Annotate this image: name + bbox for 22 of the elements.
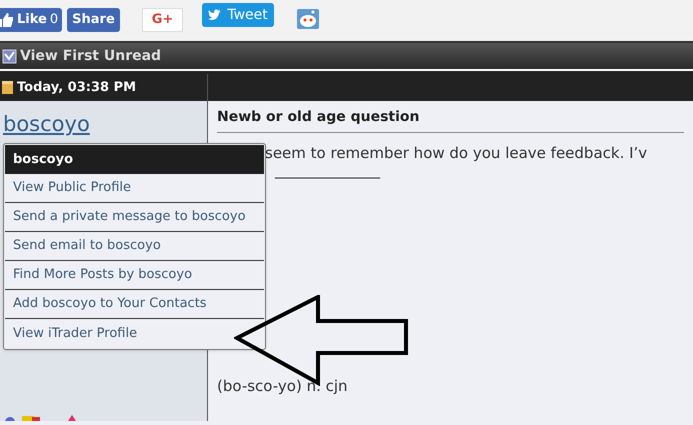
menu-item[interactable]: Send a private message to boscoyo [5,203,264,232]
tweet-button[interactable]: Tweet [202,3,274,27]
username-link[interactable]: boscoyo [3,109,90,140]
post-title: Newb or old age question [217,107,684,133]
user-menu-title: boscoyo [5,145,264,174]
menu-item[interactable]: View iTrader Profile [5,319,264,348]
post-date: Today, 03:38 PM [17,78,136,97]
menu-item[interactable]: Find More Posts by boscoyo [5,261,264,290]
google-plus-button[interactable]: G+ [142,8,184,32]
menu-item[interactable]: Send email to boscoyo [5,232,264,261]
menu-item[interactable]: Add boscoyo to Your Contacts [5,290,264,319]
view-first-unread-link[interactable]: View First Unread [20,46,162,66]
menu-item[interactable]: View Public Profile [5,174,264,203]
post-icon [2,81,13,94]
alien-icon[interactable] [296,9,319,29]
badge-icons-drawing [4,415,76,421]
share-button[interactable]: Share [67,8,120,32]
checkbox-icon [2,48,17,64]
bird-icon [208,9,222,21]
like-button[interactable]: Like 0 [0,8,62,32]
thumbs-up-icon [0,13,14,27]
signature: (bo-sco-yo) n. cjn [217,376,349,397]
